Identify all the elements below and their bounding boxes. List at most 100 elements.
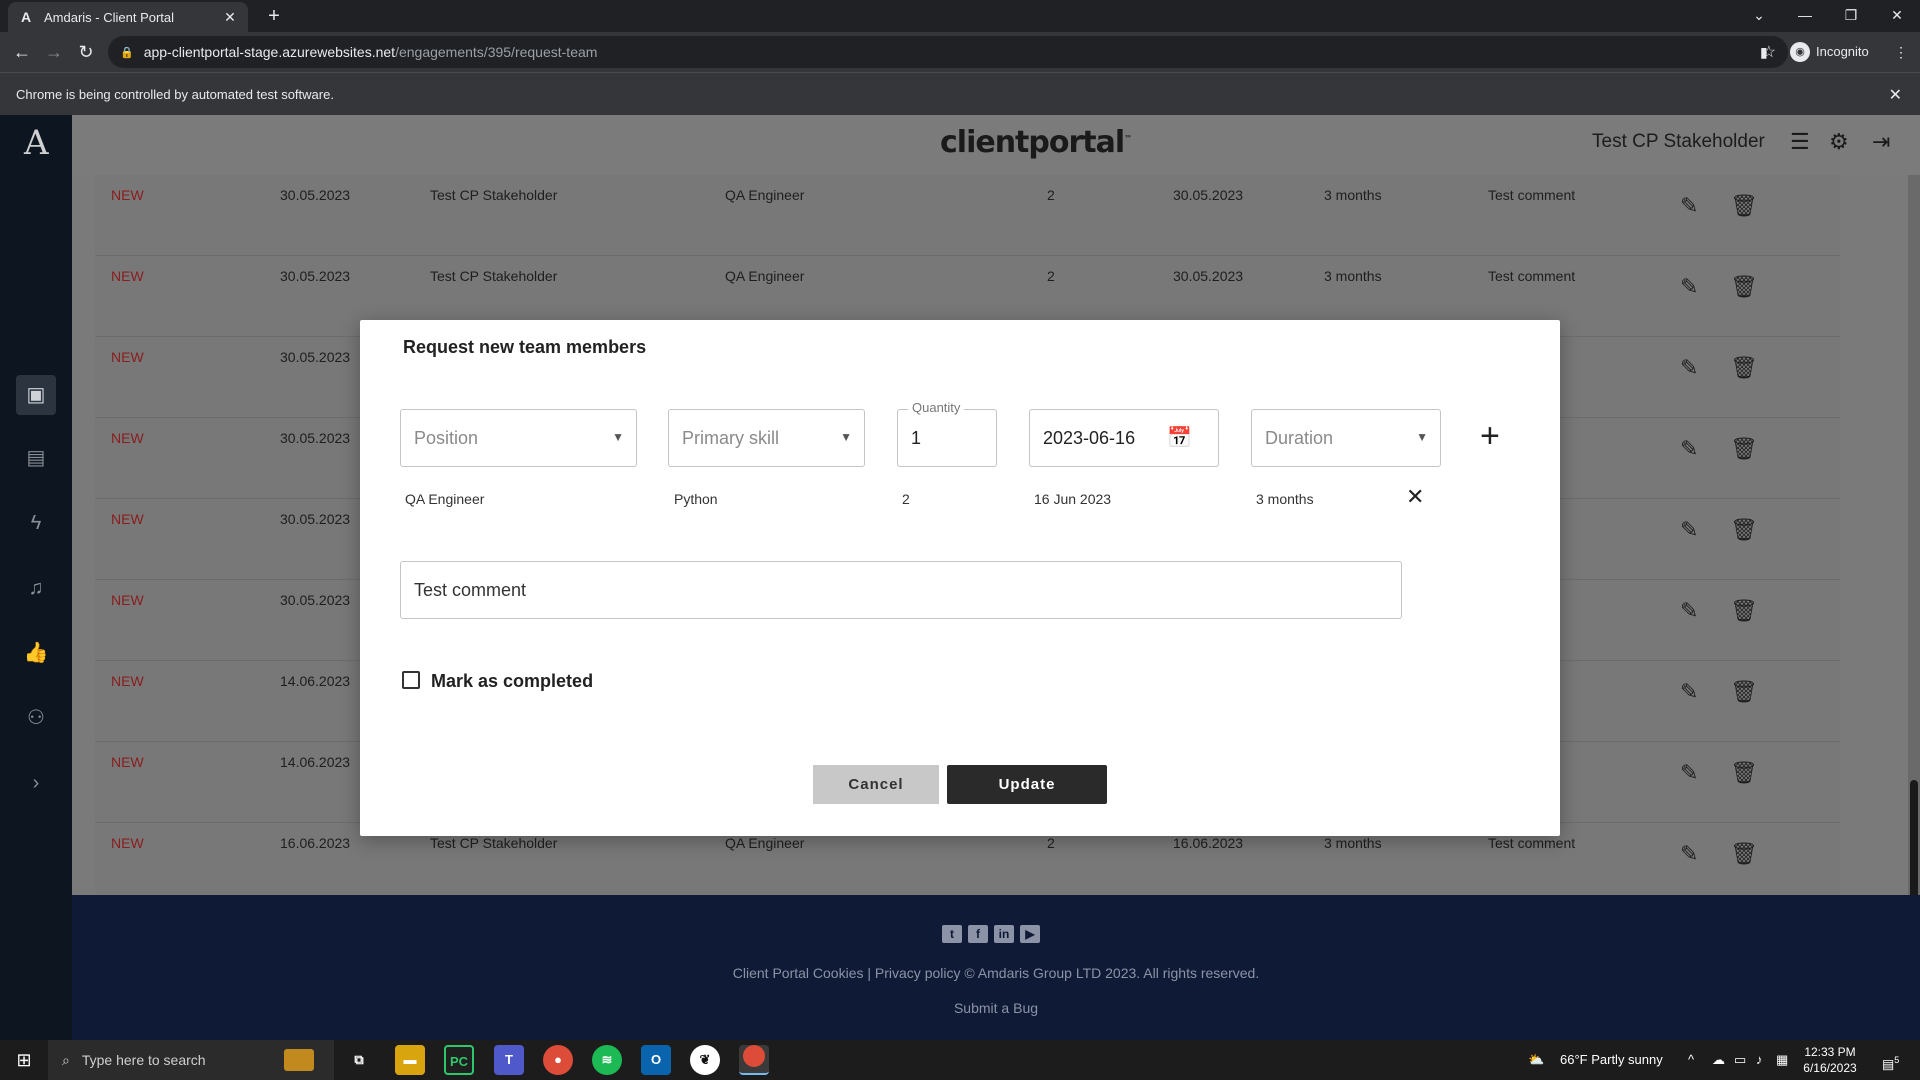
tab-title: Amdaris - Client Portal — [44, 9, 175, 25]
amdaris-logo[interactable]: A — [24, 123, 49, 163]
taskbar-search[interactable]: ⌕ Type here to search — [48, 1040, 334, 1080]
row-comment: Test comment — [1488, 268, 1576, 284]
tray-chevron-icon[interactable]: ^ — [1688, 1040, 1694, 1080]
delete-icon[interactable]: 🗑 — [1730, 355, 1758, 381]
comment-input[interactable]: Test comment — [400, 561, 1402, 619]
edit-icon[interactable]: ✎ — [1680, 679, 1698, 705]
twitter-icon[interactable]: t — [942, 925, 962, 943]
pycharm-icon[interactable]: PC — [444, 1045, 474, 1075]
incognito-profile[interactable]: ◉ Incognito — [1790, 40, 1869, 64]
network-icon[interactable]: ▦ — [1776, 1040, 1788, 1080]
edit-icon[interactable]: ✎ — [1680, 193, 1698, 219]
windows-start-icon[interactable]: ⊞ — [0, 1040, 48, 1080]
new-tab-button[interactable]: + — [262, 5, 286, 29]
gear-icon[interactable]: ⚙ — [1829, 129, 1849, 155]
delete-icon[interactable]: 🗑 — [1730, 841, 1758, 867]
expand-chevron-icon[interactable]: › — [16, 763, 56, 803]
logout-icon[interactable]: ⇥ — [1872, 129, 1890, 155]
delete-icon[interactable]: 🗑 — [1730, 679, 1758, 705]
app-leaf-icon[interactable]: ❦ — [690, 1045, 720, 1075]
spotify-icon[interactable]: ≋ — [592, 1045, 622, 1075]
chrome-menu-icon[interactable]: ⋮ — [1894, 40, 1908, 64]
weather-text[interactable]: 66°F Partly sunny — [1560, 1040, 1663, 1080]
cancel-button[interactable]: Cancel — [813, 765, 939, 804]
weather-icon[interactable]: ⛅ — [1528, 1040, 1544, 1080]
user-name[interactable]: Test CP Stakeholder — [1592, 131, 1765, 153]
quantity-input[interactable]: Quantity 1 — [897, 400, 997, 467]
edit-icon[interactable]: ✎ — [1680, 517, 1698, 543]
close-infobar-icon[interactable]: ✕ — [1889, 85, 1902, 105]
battery-icon[interactable]: ▭ — [1734, 1040, 1746, 1080]
update-button[interactable]: Update — [947, 765, 1107, 804]
side-panel-icon[interactable]: ▮ — [1760, 40, 1768, 64]
address-bar[interactable]: 🔒 app-clientportal-stage.azurewebsites.n… — [108, 36, 1788, 68]
list-icon[interactable]: ☰ — [1790, 129, 1810, 155]
incognito-icon: ◉ — [1790, 42, 1810, 62]
chrome-icon[interactable]: ● — [543, 1045, 573, 1075]
brand-logo[interactable]: clientportal™ — [940, 125, 1132, 160]
add-member-button[interactable]: + — [1480, 416, 1500, 456]
edit-icon[interactable]: ✎ — [1680, 841, 1698, 867]
delete-icon[interactable]: 🗑 — [1730, 274, 1758, 300]
briefcase-icon[interactable]: ▣ — [16, 375, 56, 415]
edit-icon[interactable]: ✎ — [1680, 355, 1698, 381]
status-badge: NEW — [111, 754, 144, 770]
edit-icon[interactable]: ✎ — [1680, 436, 1698, 462]
notification-icon[interactable]: ▤5 — [1882, 1040, 1899, 1080]
infobar-text: Chrome is being controlled by automated … — [16, 86, 334, 102]
delete-icon[interactable]: 🗑 — [1730, 598, 1758, 624]
row-position: QA Engineer — [725, 268, 805, 284]
outlook-icon[interactable]: O — [641, 1045, 671, 1075]
task-view-icon[interactable]: ⧉ — [344, 1045, 374, 1075]
position-select[interactable]: Position ▼ — [400, 409, 637, 467]
status-badge: NEW — [111, 511, 144, 527]
people-icon[interactable]: ⚇ — [16, 698, 56, 738]
duration-select[interactable]: Duration ▼ — [1251, 409, 1441, 467]
file-explorer-icon[interactable]: ▬ — [395, 1045, 425, 1075]
linkedin-icon[interactable]: in — [994, 925, 1014, 943]
thumbs-up-icon[interactable]: 👍 — [16, 633, 56, 673]
forward-icon[interactable]: → — [42, 40, 66, 64]
mark-completed-label[interactable]: Mark as completed — [431, 671, 593, 692]
taskbar-clock[interactable]: 12:33 PM 6/16/2023 — [1795, 1044, 1865, 1076]
restore-button[interactable]: ❐ — [1828, 0, 1874, 32]
edit-icon[interactable]: ✎ — [1680, 274, 1698, 300]
lightning-icon[interactable]: ϟ — [16, 503, 56, 543]
start-date-input[interactable]: 2023-06-16 📅 — [1029, 409, 1219, 467]
mark-completed-checkbox[interactable] — [402, 671, 420, 689]
submit-bug-link[interactable]: Submit a Bug — [72, 1000, 1920, 1016]
row-quantity: 2 — [1047, 187, 1055, 203]
brand-text: clientportal — [940, 125, 1125, 160]
bell-icon[interactable]: ♫ — [16, 568, 56, 608]
reload-icon[interactable]: ↻ — [74, 40, 98, 64]
facebook-icon[interactable]: f — [968, 925, 988, 943]
tab-search-icon[interactable]: ⌄ — [1736, 0, 1782, 32]
delete-icon[interactable]: 🗑 — [1730, 193, 1758, 219]
onedrive-icon[interactable]: ☁ — [1712, 1040, 1725, 1080]
edit-icon[interactable]: ✎ — [1680, 760, 1698, 786]
back-icon[interactable]: ← — [10, 40, 34, 64]
youtube-icon[interactable]: ▶ — [1020, 925, 1040, 943]
delete-icon[interactable]: 🗑 — [1730, 760, 1758, 786]
close-tab-icon[interactable]: ✕ — [222, 9, 238, 26]
minimize-button[interactable]: — — [1782, 0, 1828, 32]
status-badge: NEW — [111, 592, 144, 608]
remove-item-icon[interactable]: ✕ — [1406, 484, 1424, 510]
volume-icon[interactable]: ♪ — [1756, 1040, 1763, 1080]
chrome-active-icon[interactable] — [739, 1045, 769, 1075]
primary-skill-select[interactable]: Primary skill ▼ — [668, 409, 865, 467]
footer-links[interactable]: Client Portal Cookies | Privacy policy ©… — [72, 965, 1920, 981]
book-icon[interactable]: ▤ — [16, 438, 56, 478]
close-window-button[interactable]: ✕ — [1874, 0, 1920, 32]
teams-icon[interactable]: T — [494, 1045, 524, 1075]
browser-tab[interactable]: A Amdaris - Client Portal ✕ — [8, 2, 248, 32]
browser-toolbar: ← → ↻ 🔒 app-clientportal-stage.azurewebs… — [0, 32, 1920, 72]
edit-icon[interactable]: ✎ — [1680, 598, 1698, 624]
table-row: NEW 30.05.2023 Test CP Stakeholder QA Engin… — [95, 175, 1840, 256]
delete-icon[interactable]: 🗑 — [1730, 517, 1758, 543]
delete-icon[interactable]: 🗑 — [1730, 436, 1758, 462]
calendar-icon[interactable]: 📅 — [1167, 425, 1192, 450]
skill-placeholder: Primary skill — [682, 428, 779, 448]
incognito-label: Incognito — [1816, 44, 1869, 59]
row-comment: Test comment — [1488, 835, 1576, 851]
